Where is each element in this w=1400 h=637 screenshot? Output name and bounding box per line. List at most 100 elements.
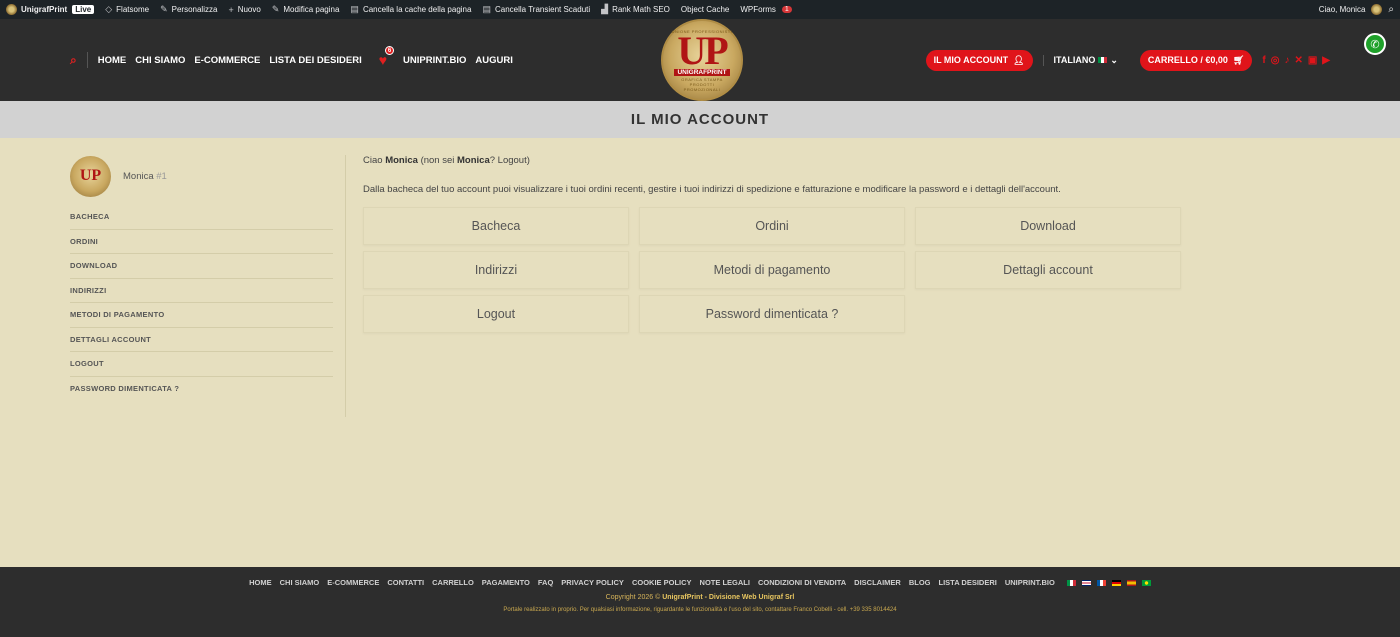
flag-pt-icon[interactable] xyxy=(1141,579,1151,586)
wishlist-heart-icon[interactable]: ♥ 6 xyxy=(379,46,395,68)
x-icon[interactable]: ✕ xyxy=(1294,55,1302,66)
footer-link-chi-siamo[interactable]: CHI SIAMO xyxy=(280,578,320,587)
flag-it-icon[interactable] xyxy=(1066,579,1076,586)
admin-site-link[interactable]: UnigrafPrint xyxy=(6,4,67,15)
youtube-icon[interactable]: ▶ xyxy=(1322,55,1330,66)
footer-link-note-legali[interactable]: NOTE LEGALI xyxy=(700,578,750,587)
footer-link-privacy[interactable]: PRIVACY POLICY xyxy=(561,578,624,587)
tile-password-dimenticata[interactable]: Password dimenticata ? xyxy=(639,295,905,333)
footer-link-contatti[interactable]: CONTATTI xyxy=(387,578,424,587)
rankmath-icon: ▟ xyxy=(601,4,609,14)
account-content: Ciao Monica (non sei Monica? Logout) Dal… xyxy=(363,155,1193,333)
admin-item-object-cache[interactable]: Object Cache xyxy=(681,5,729,14)
greeting-text: Ciao Monica (non sei Monica? Logout) xyxy=(363,155,530,166)
tile-bacheca[interactable]: Bacheca xyxy=(363,207,629,245)
admin-search-icon[interactable]: ⌕ xyxy=(1388,4,1394,15)
email-icon[interactable]: ▣ xyxy=(1308,55,1317,66)
site-header: ⌕ HOME CHI SIAMO E-COMMERCE LISTA DEI DE… xyxy=(0,19,1400,101)
sidebar-item-password-dimenticata[interactable]: PASSWORD DIMENTICATA ? xyxy=(70,377,333,402)
search-icon[interactable]: ⌕ xyxy=(70,53,77,68)
footer-link-blog[interactable]: BLOG xyxy=(909,578,931,587)
user-name: Monica xyxy=(123,170,154,182)
user-icon: 👤︎ xyxy=(1013,54,1025,65)
admin-item-personalizza[interactable]: ✎ Personalizza xyxy=(160,4,217,15)
nav-auguri[interactable]: AUGURI xyxy=(475,55,512,66)
nav-uniprint-bio[interactable]: UNIPRINT.BIO xyxy=(403,55,466,66)
sidebar-item-indirizzi[interactable]: INDIRIZZI xyxy=(70,279,333,303)
plus-icon: + xyxy=(228,4,234,15)
language-selector[interactable]: ITALIANO ⌄ xyxy=(1042,54,1118,66)
footer-link-cookie[interactable]: COOKIE POLICY xyxy=(632,578,692,587)
phone-icon[interactable]: ✆ xyxy=(1364,33,1386,55)
footer-link-condizioni[interactable]: CONDIZIONI DI VENDITA xyxy=(758,578,846,587)
footer-language-flags xyxy=(1066,578,1151,587)
account-user: UP Monica #1 xyxy=(70,155,333,197)
footer-link-lista-desideri[interactable]: LISTA DESIDERI xyxy=(939,578,997,587)
tile-logout[interactable]: Logout xyxy=(363,295,629,333)
footer-link-faq[interactable]: FAQ xyxy=(538,578,553,587)
sidebar-item-metodi-pagamento[interactable]: METODI DI PAGAMENTO xyxy=(70,303,333,328)
tile-download[interactable]: Download xyxy=(915,207,1181,245)
tile-indirizzi[interactable]: Indirizzi xyxy=(363,251,629,289)
social-links: f ◎ ♪ ✕ ▣ ▶ xyxy=(1262,55,1330,66)
nav-home[interactable]: HOME xyxy=(98,55,127,66)
footer-link-disclaimer[interactable]: DISCLAIMER xyxy=(854,578,901,587)
admin-item-flatsome[interactable]: ◇ Flatsome xyxy=(105,4,149,15)
brush-icon: ✎ xyxy=(160,4,168,14)
tile-ordini[interactable]: Ordini xyxy=(639,207,905,245)
nav-chi-siamo[interactable]: CHI SIAMO xyxy=(135,55,185,66)
site-logo[interactable]: UNIONE PROFESSIONISTI UP UNIGRAFPRINT GR… xyxy=(661,19,743,101)
wpforms-badge: 1 xyxy=(781,6,792,13)
header-right: IL MIO ACCOUNT 👤︎ ITALIANO ⌄ CARRELLO / … xyxy=(925,19,1330,101)
admin-item-modifica-pagina[interactable]: ✎ Modifica pagina xyxy=(272,4,340,15)
copyright: Copyright 2026 © UnigrafPrint - Division… xyxy=(605,594,795,601)
instagram-icon[interactable]: ◎ xyxy=(1271,55,1280,66)
admin-avatar[interactable] xyxy=(1371,4,1383,15)
italian-flag-icon xyxy=(1098,57,1108,63)
sidebar-item-bacheca[interactable]: BACHECA xyxy=(70,205,333,230)
flag-fr-icon[interactable] xyxy=(1096,579,1106,586)
facebook-icon[interactable]: f xyxy=(1262,55,1265,66)
sidebar-item-logout[interactable]: LOGOUT xyxy=(70,352,333,377)
tiktok-icon[interactable]: ♪ xyxy=(1284,55,1289,66)
cart-icon: 🛒︎ xyxy=(1232,54,1245,65)
admin-item-wpforms[interactable]: WPForms 1 xyxy=(740,5,792,14)
flag-es-icon[interactable] xyxy=(1126,579,1136,586)
footer-link-uniprint-bio[interactable]: UNIPRINT.BIO xyxy=(1005,578,1055,587)
nav-e-commerce[interactable]: E-COMMERCE xyxy=(194,55,260,66)
sidebar-item-download[interactable]: DOWNLOAD xyxy=(70,254,333,279)
flag-en-icon[interactable] xyxy=(1081,579,1091,586)
cart-button[interactable]: CARRELLO / €0,00 🛒︎ xyxy=(1139,49,1253,71)
admin-bar: UnigrafPrint Live ◇ Flatsome ✎ Personalizz… xyxy=(0,0,1400,19)
database-icon: ▤ xyxy=(482,4,491,14)
account-nav: BACHECA ORDINI DOWNLOAD INDIRIZZI METODI… xyxy=(70,205,333,401)
admin-user-greeting[interactable]: Ciao, Monica xyxy=(1319,5,1366,14)
admin-item-cancella-cache[interactable]: ▤ Cancella la cache della pagina xyxy=(350,4,471,15)
footer-link-pagamento[interactable]: PAGAMENTO xyxy=(482,578,530,587)
flatsome-icon: ◇ xyxy=(105,4,113,14)
wishlist-count: 6 xyxy=(385,46,395,55)
footer-link-home[interactable]: HOME xyxy=(249,578,272,587)
footer-link-e-commerce[interactable]: E-COMMERCE xyxy=(327,578,379,587)
chevron-down-icon: ⌄ xyxy=(1110,54,1118,65)
sidebar-item-dettagli-account[interactable]: DETTAGLI ACCOUNT xyxy=(70,328,333,352)
admin-item-rank-math[interactable]: ▟ Rank Math SEO xyxy=(601,4,670,15)
footer-link-carrello[interactable]: CARRELLO xyxy=(432,578,474,587)
site-logo-icon xyxy=(6,4,17,15)
site-footer: HOME CHI SIAMO E-COMMERCE CONTATTI CARRE… xyxy=(0,567,1400,637)
database-icon: ▤ xyxy=(350,4,359,14)
sidebar-item-ordini[interactable]: ORDINI xyxy=(70,230,333,254)
admin-item-cancella-transient[interactable]: ▤ Cancella Transient Scaduti xyxy=(482,4,590,15)
tile-dettagli-account[interactable]: Dettagli account xyxy=(915,251,1181,289)
admin-item-nuovo[interactable]: + Nuovo xyxy=(228,5,260,15)
nav-lista-desideri[interactable]: LISTA DEI DESIDERI xyxy=(269,55,361,66)
footer-nav: HOME CHI SIAMO E-COMMERCE CONTATTI CARRE… xyxy=(0,578,1400,587)
page-title: IL MIO ACCOUNT xyxy=(630,111,770,128)
tile-metodi-pagamento[interactable]: Metodi di pagamento xyxy=(639,251,905,289)
my-account-button[interactable]: IL MIO ACCOUNT 👤︎ xyxy=(925,49,1033,71)
intro-text: Dalla bacheca del tuo account puoi visua… xyxy=(363,184,1061,195)
portal-note: Portale realizzato in proprio. Per quals… xyxy=(503,607,897,613)
live-badge: Live xyxy=(72,5,95,14)
flag-de-icon[interactable] xyxy=(1111,579,1121,586)
logout-link[interactable]: ? Logout) xyxy=(490,155,530,166)
